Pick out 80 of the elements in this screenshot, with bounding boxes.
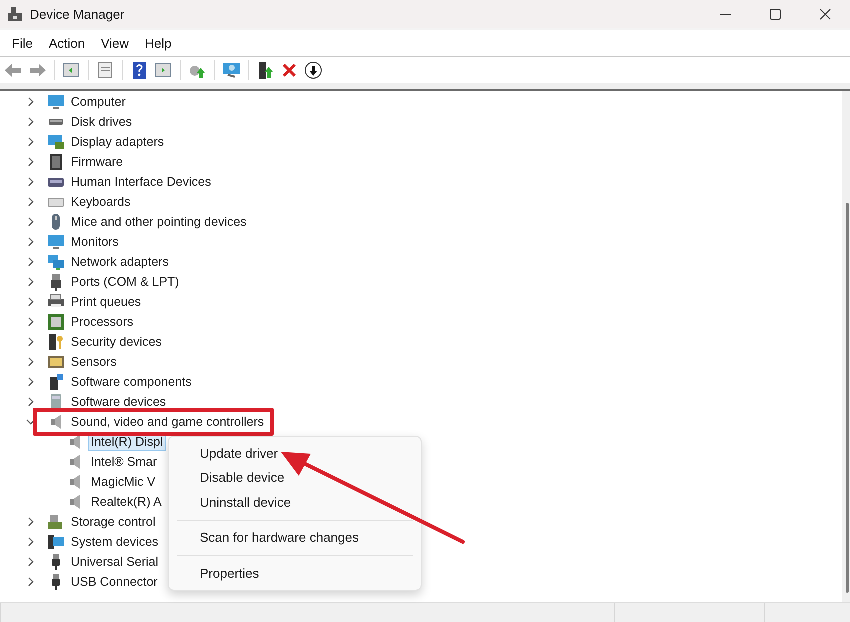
menu-item[interactable]: File xyxy=(4,36,41,50)
download-circle-icon[interactable] xyxy=(303,60,324,80)
tree-item[interactable]: Software devices xyxy=(71,395,166,409)
device-manager-icon xyxy=(8,7,22,21)
tree-item[interactable]: Processors xyxy=(71,315,134,329)
tree-item[interactable]: Ports (COM & LPT) xyxy=(71,275,180,289)
speaker-icon xyxy=(70,495,80,509)
context-menu-item[interactable]: Disable device xyxy=(169,466,421,490)
tree-item[interactable]: Intel® Smar xyxy=(88,453,160,471)
maximize-icon[interactable] xyxy=(770,8,780,20)
expand-chevron[interactable] xyxy=(26,317,36,327)
keyboard-icon xyxy=(48,198,64,206)
speaker-icon xyxy=(70,475,80,489)
processor-icon xyxy=(47,313,65,331)
tree-item[interactable]: Display adapters xyxy=(71,135,164,149)
tree-item[interactable]: Storage control xyxy=(71,515,156,529)
sensor-icon xyxy=(47,353,65,371)
tree-item[interactable]: Network adapters xyxy=(71,255,169,269)
display-adapter-icon xyxy=(47,133,65,151)
menu-item[interactable]: View xyxy=(93,36,138,50)
expand-chevron[interactable] xyxy=(26,257,36,267)
collapse-chevron[interactable] xyxy=(26,417,36,427)
expand-chevron[interactable] xyxy=(26,297,36,307)
monitor-icon xyxy=(47,233,65,251)
mouse-icon xyxy=(52,214,60,230)
expand-chevron[interactable] xyxy=(26,397,36,407)
expand-chevron[interactable] xyxy=(26,337,36,347)
tree-item[interactable]: Human Interface Devices xyxy=(71,175,212,189)
expand-chevron[interactable] xyxy=(26,217,36,227)
expand-chevron[interactable] xyxy=(26,237,36,247)
expand-chevron[interactable] xyxy=(26,117,36,127)
context-menu-item[interactable]: Scan for hardware changes xyxy=(169,526,421,550)
tree-item[interactable]: Keyboards xyxy=(71,195,131,209)
speaker-icon xyxy=(70,435,80,449)
network-icon xyxy=(47,253,65,271)
chip-icon xyxy=(47,153,65,171)
key-icon xyxy=(47,333,65,351)
speaker-icon xyxy=(51,415,61,429)
system-icon xyxy=(47,533,65,551)
tree-item[interactable]: Monitors xyxy=(71,235,119,249)
storage-icon xyxy=(47,513,65,531)
tree-item[interactable]: Software components xyxy=(71,375,192,389)
menu-item[interactable]: Action xyxy=(40,36,94,50)
expand-chevron[interactable] xyxy=(26,277,36,287)
context-menu-item[interactable]: Properties xyxy=(169,561,421,586)
context-menu-item[interactable]: Uninstall device xyxy=(169,490,421,514)
context-menu-item[interactable]: Update driver xyxy=(169,441,421,466)
tree-item[interactable]: Sensors xyxy=(71,355,117,369)
close-icon[interactable] xyxy=(820,8,830,20)
expand-chevron[interactable] xyxy=(26,517,36,527)
tree-item[interactable]: Realtek(R) A xyxy=(88,493,165,511)
tree-item[interactable]: Mice and other pointing devices xyxy=(71,215,247,229)
expand-chevron[interactable] xyxy=(26,177,36,187)
expand-chevron[interactable] xyxy=(26,137,36,147)
tree-item[interactable]: System devices xyxy=(71,535,159,549)
menu-item[interactable]: Help xyxy=(137,36,180,50)
component-icon xyxy=(47,373,65,391)
window-title: Device Manager xyxy=(30,6,126,22)
expand-chevron[interactable] xyxy=(26,157,36,167)
monitor-icon xyxy=(47,93,65,111)
tree-item[interactable]: Computer xyxy=(71,95,126,109)
tree-item[interactable]: USB Connector xyxy=(71,575,158,589)
expand-chevron[interactable] xyxy=(26,577,36,587)
tree-item[interactable]: Security devices xyxy=(71,335,162,349)
scrollbar[interactable] xyxy=(842,91,850,602)
disk-icon xyxy=(49,119,63,125)
tree-item[interactable]: MagicMic V xyxy=(88,473,159,491)
expand-chevron[interactable] xyxy=(26,557,36,567)
tree-item[interactable]: Sound, video and game controllers xyxy=(71,415,264,429)
tree-item[interactable]: Universal Serial xyxy=(71,555,159,569)
tree-item[interactable]: Firmware xyxy=(71,155,124,169)
tree-item[interactable]: Print queues xyxy=(71,295,142,309)
expand-chevron[interactable] xyxy=(26,197,36,207)
expand-chevron[interactable] xyxy=(26,97,36,107)
tree-item[interactable]: Disk drives xyxy=(71,115,132,129)
expand-chevron[interactable] xyxy=(26,377,36,387)
expand-chevron[interactable] xyxy=(26,537,36,547)
expand-chevron[interactable] xyxy=(26,357,36,367)
speaker-icon xyxy=(70,455,80,469)
gamepad-icon xyxy=(48,178,64,186)
